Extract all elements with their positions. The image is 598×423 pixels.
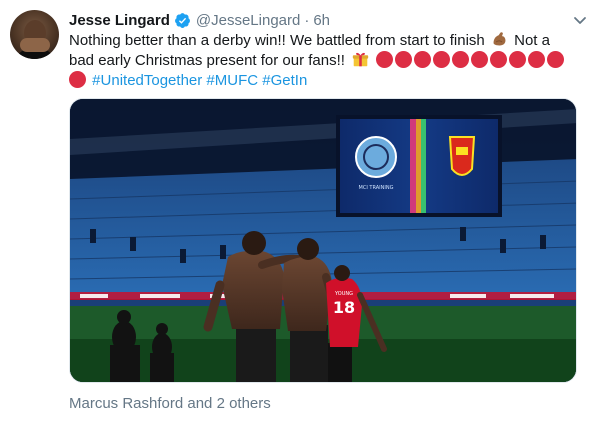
red-circle-emoji-icon <box>528 51 546 68</box>
tweet-text-part-1: Nothing better than a derby win!! We bat… <box>69 32 485 49</box>
avatar-hands <box>20 38 50 52</box>
red-circle-emoji-group-2 <box>69 71 88 89</box>
tweet-text-line-2: bad early Christmas present for our fans… <box>69 51 579 71</box>
tweet-text-part-3: bad early Christmas present for our fans… <box>69 52 345 69</box>
tweet-photo[interactable]: MCI TRAINING 18 YOUNG <box>69 98 577 383</box>
display-name[interactable]: Jesse Lingard <box>69 12 170 29</box>
red-circle-emoji-icon <box>376 51 394 68</box>
red-circle-emoji-icon <box>490 51 508 68</box>
tweet-time[interactable]: 6h <box>313 12 330 29</box>
red-circle-emoji-icon <box>414 51 432 68</box>
flexed-biceps-emoji-icon <box>491 31 508 48</box>
hashtag-link[interactable]: #UnitedTogether <box>92 72 202 89</box>
hashtag-link[interactable]: #GetIn <box>262 72 307 89</box>
verified-badge-icon <box>174 12 191 29</box>
wrapped-gift-emoji-icon <box>352 51 369 68</box>
red-circle-emoji-group-1 <box>376 51 566 69</box>
tweet-text-line-1: Nothing better than a derby win!! We bat… <box>69 31 579 51</box>
red-circle-emoji-icon <box>433 51 451 68</box>
user-avatar[interactable] <box>10 10 59 59</box>
red-circle-emoji-icon <box>471 51 489 68</box>
red-circle-emoji-icon <box>452 51 470 68</box>
tagged-people[interactable]: Marcus Rashford and 2 others <box>69 395 271 412</box>
red-circle-emoji-icon <box>395 51 413 68</box>
user-handle[interactable]: @JesseLingard <box>196 12 300 29</box>
player-shirt-number: 18 <box>333 298 355 317</box>
tweet-text: Nothing better than a derby win!! We bat… <box>69 31 579 91</box>
tweet-text-part-2: Not a <box>514 32 550 49</box>
tweet-header: Jesse Lingard @JesseLingard · 6h <box>69 10 330 30</box>
tweet-card[interactable]: Jesse Lingard @JesseLingard · 6h Nothing… <box>0 0 598 423</box>
tweet-text-line-3: #UnitedTogether #MUFC #GetIn <box>69 71 579 91</box>
hashtag-link[interactable]: #MUFC <box>206 72 258 89</box>
scoreboard-caption: MCI TRAINING <box>359 185 394 191</box>
red-circle-emoji-icon <box>69 71 86 88</box>
separator-dot: · <box>304 11 310 29</box>
stadium-photo: MCI TRAINING 18 YOUNG <box>70 99 576 382</box>
chevron-down-icon[interactable] <box>572 12 588 28</box>
player-shirt-name: YOUNG <box>334 291 353 297</box>
red-circle-emoji-icon <box>509 51 527 68</box>
red-circle-emoji-icon <box>547 51 565 68</box>
